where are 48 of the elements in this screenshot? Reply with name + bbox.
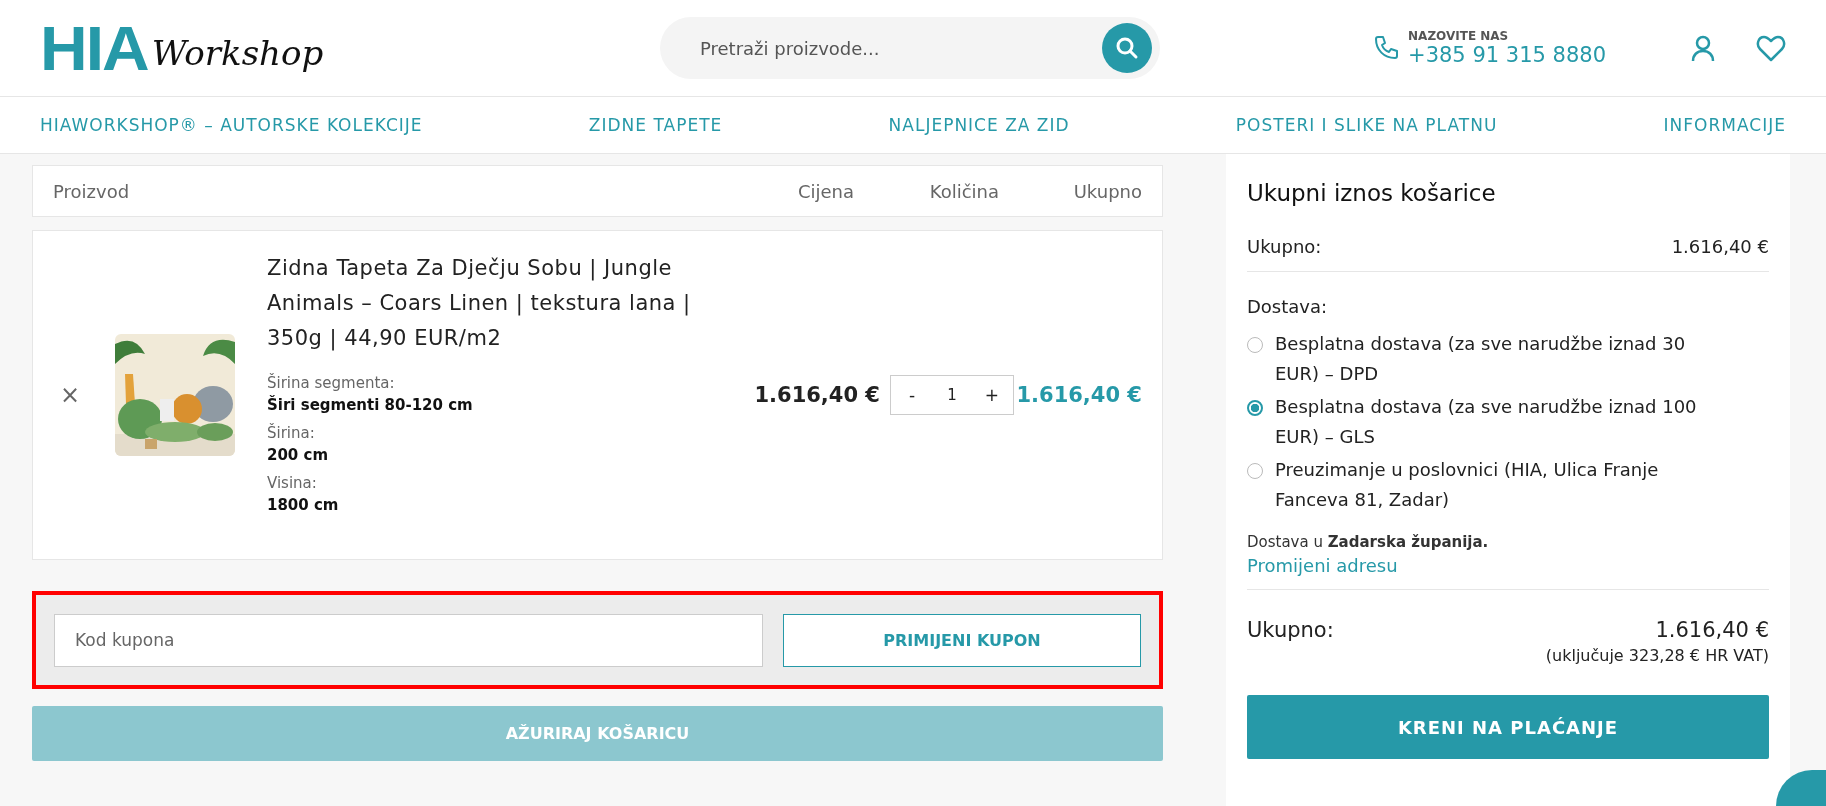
product-title[interactable]: Zidna Tapeta Za Dječju Sobu | Jungle Animals – Coars Linen | tekstura lana | 350g | 44,90 EUR/m2 <box>267 251 737 356</box>
change-address-link[interactable]: Promijeni adresu <box>1247 555 1398 576</box>
increase-button[interactable]: + <box>977 385 1007 405</box>
spec-value: 200 cm <box>267 445 330 466</box>
column-header: Količina <box>928 180 999 202</box>
nav-link[interactable]: HIAWORKSHOP® – AUTORSKE KOLEKCIJE <box>40 115 423 135</box>
search-icon <box>1115 36 1139 60</box>
total-value: 1.616,40 € <box>1654 618 1769 642</box>
spec-value: 1800 cm <box>267 495 340 516</box>
nav-link[interactable]: NALJEPNICE ZA ZID <box>888 115 1070 135</box>
spec-label: Širina segmenta: <box>267 372 396 394</box>
spec-label: Visina: <box>267 473 318 494</box>
total-label: Ukupno: <box>1247 618 1334 642</box>
line-total: 1.616,40 € <box>1015 383 1142 407</box>
column-header: Cijena <box>796 180 854 202</box>
shipping-option-label[interactable]: Besplatna dostava (za sve narudžbe iznad 100 EUR) – GLS <box>1275 392 1725 452</box>
remove-button[interactable]: × <box>60 381 115 409</box>
user-icon[interactable] <box>1690 34 1716 62</box>
spec-label: Širina: <box>267 422 316 444</box>
logo-script-text[interactable]: Workshop <box>151 33 324 73</box>
subtotal-label: Ukupno: <box>1247 236 1322 257</box>
panel-title: Ukupni iznos košarice <box>1247 180 1497 206</box>
spec-value: Širi segmenti 80-120 cm <box>267 394 474 416</box>
nav-link[interactable]: POSTERI I SLIKE NA PLATNU <box>1235 115 1498 135</box>
quantity-stepper[interactable]: - 1 + <box>890 375 1014 415</box>
decrease-button[interactable]: - <box>897 385 927 405</box>
apply-coupon-button[interactable]: PRIMIJENI KUPON <box>783 613 1141 667</box>
nav-link[interactable]: INFORMACIJE <box>1663 115 1786 135</box>
shipping-option-label[interactable]: Besplatna dostava (za sve narudžbe iznad 30 EUR) – DPD <box>1275 329 1725 389</box>
phone-label: NAZOVITE NAS <box>1408 29 1510 43</box>
subtotal-value: 1.616,40 € <box>1671 236 1769 257</box>
heart-icon[interactable] <box>1756 34 1786 62</box>
phone-icon <box>1372 34 1401 62</box>
shipping-label: Dostava: <box>1247 296 1329 317</box>
logo-text[interactable]: HIA <box>40 16 148 80</box>
phone-link[interactable]: +385 91 315 8880 <box>1408 43 1606 67</box>
quantity-value: 1 <box>947 386 957 404</box>
checkout-button[interactable]: KRENI NA PLAĆANJE <box>1247 695 1769 759</box>
column-header: Ukupno <box>1072 180 1142 202</box>
search-field[interactable]: Pretraži proizvode... <box>660 17 1160 79</box>
price-text: 1.616,40 € <box>753 383 880 407</box>
column-header: Proizvod <box>53 180 131 202</box>
nav-link[interactable]: ZIDNE TAPETE <box>588 115 723 135</box>
shipping-option-label[interactable]: Preuzimanje u poslovnici (HIA, Ulica Franje Fanceva 81, Zadar) <box>1275 455 1725 515</box>
radio-button[interactable] <box>1247 400 1263 416</box>
destination-text: Dostava u Zadarska županija. <box>1247 533 1490 551</box>
vat-note: (uključuje 323,28 € HR VAT) <box>1545 646 1769 665</box>
coupon-field[interactable]: Kod kupona <box>54 613 763 667</box>
